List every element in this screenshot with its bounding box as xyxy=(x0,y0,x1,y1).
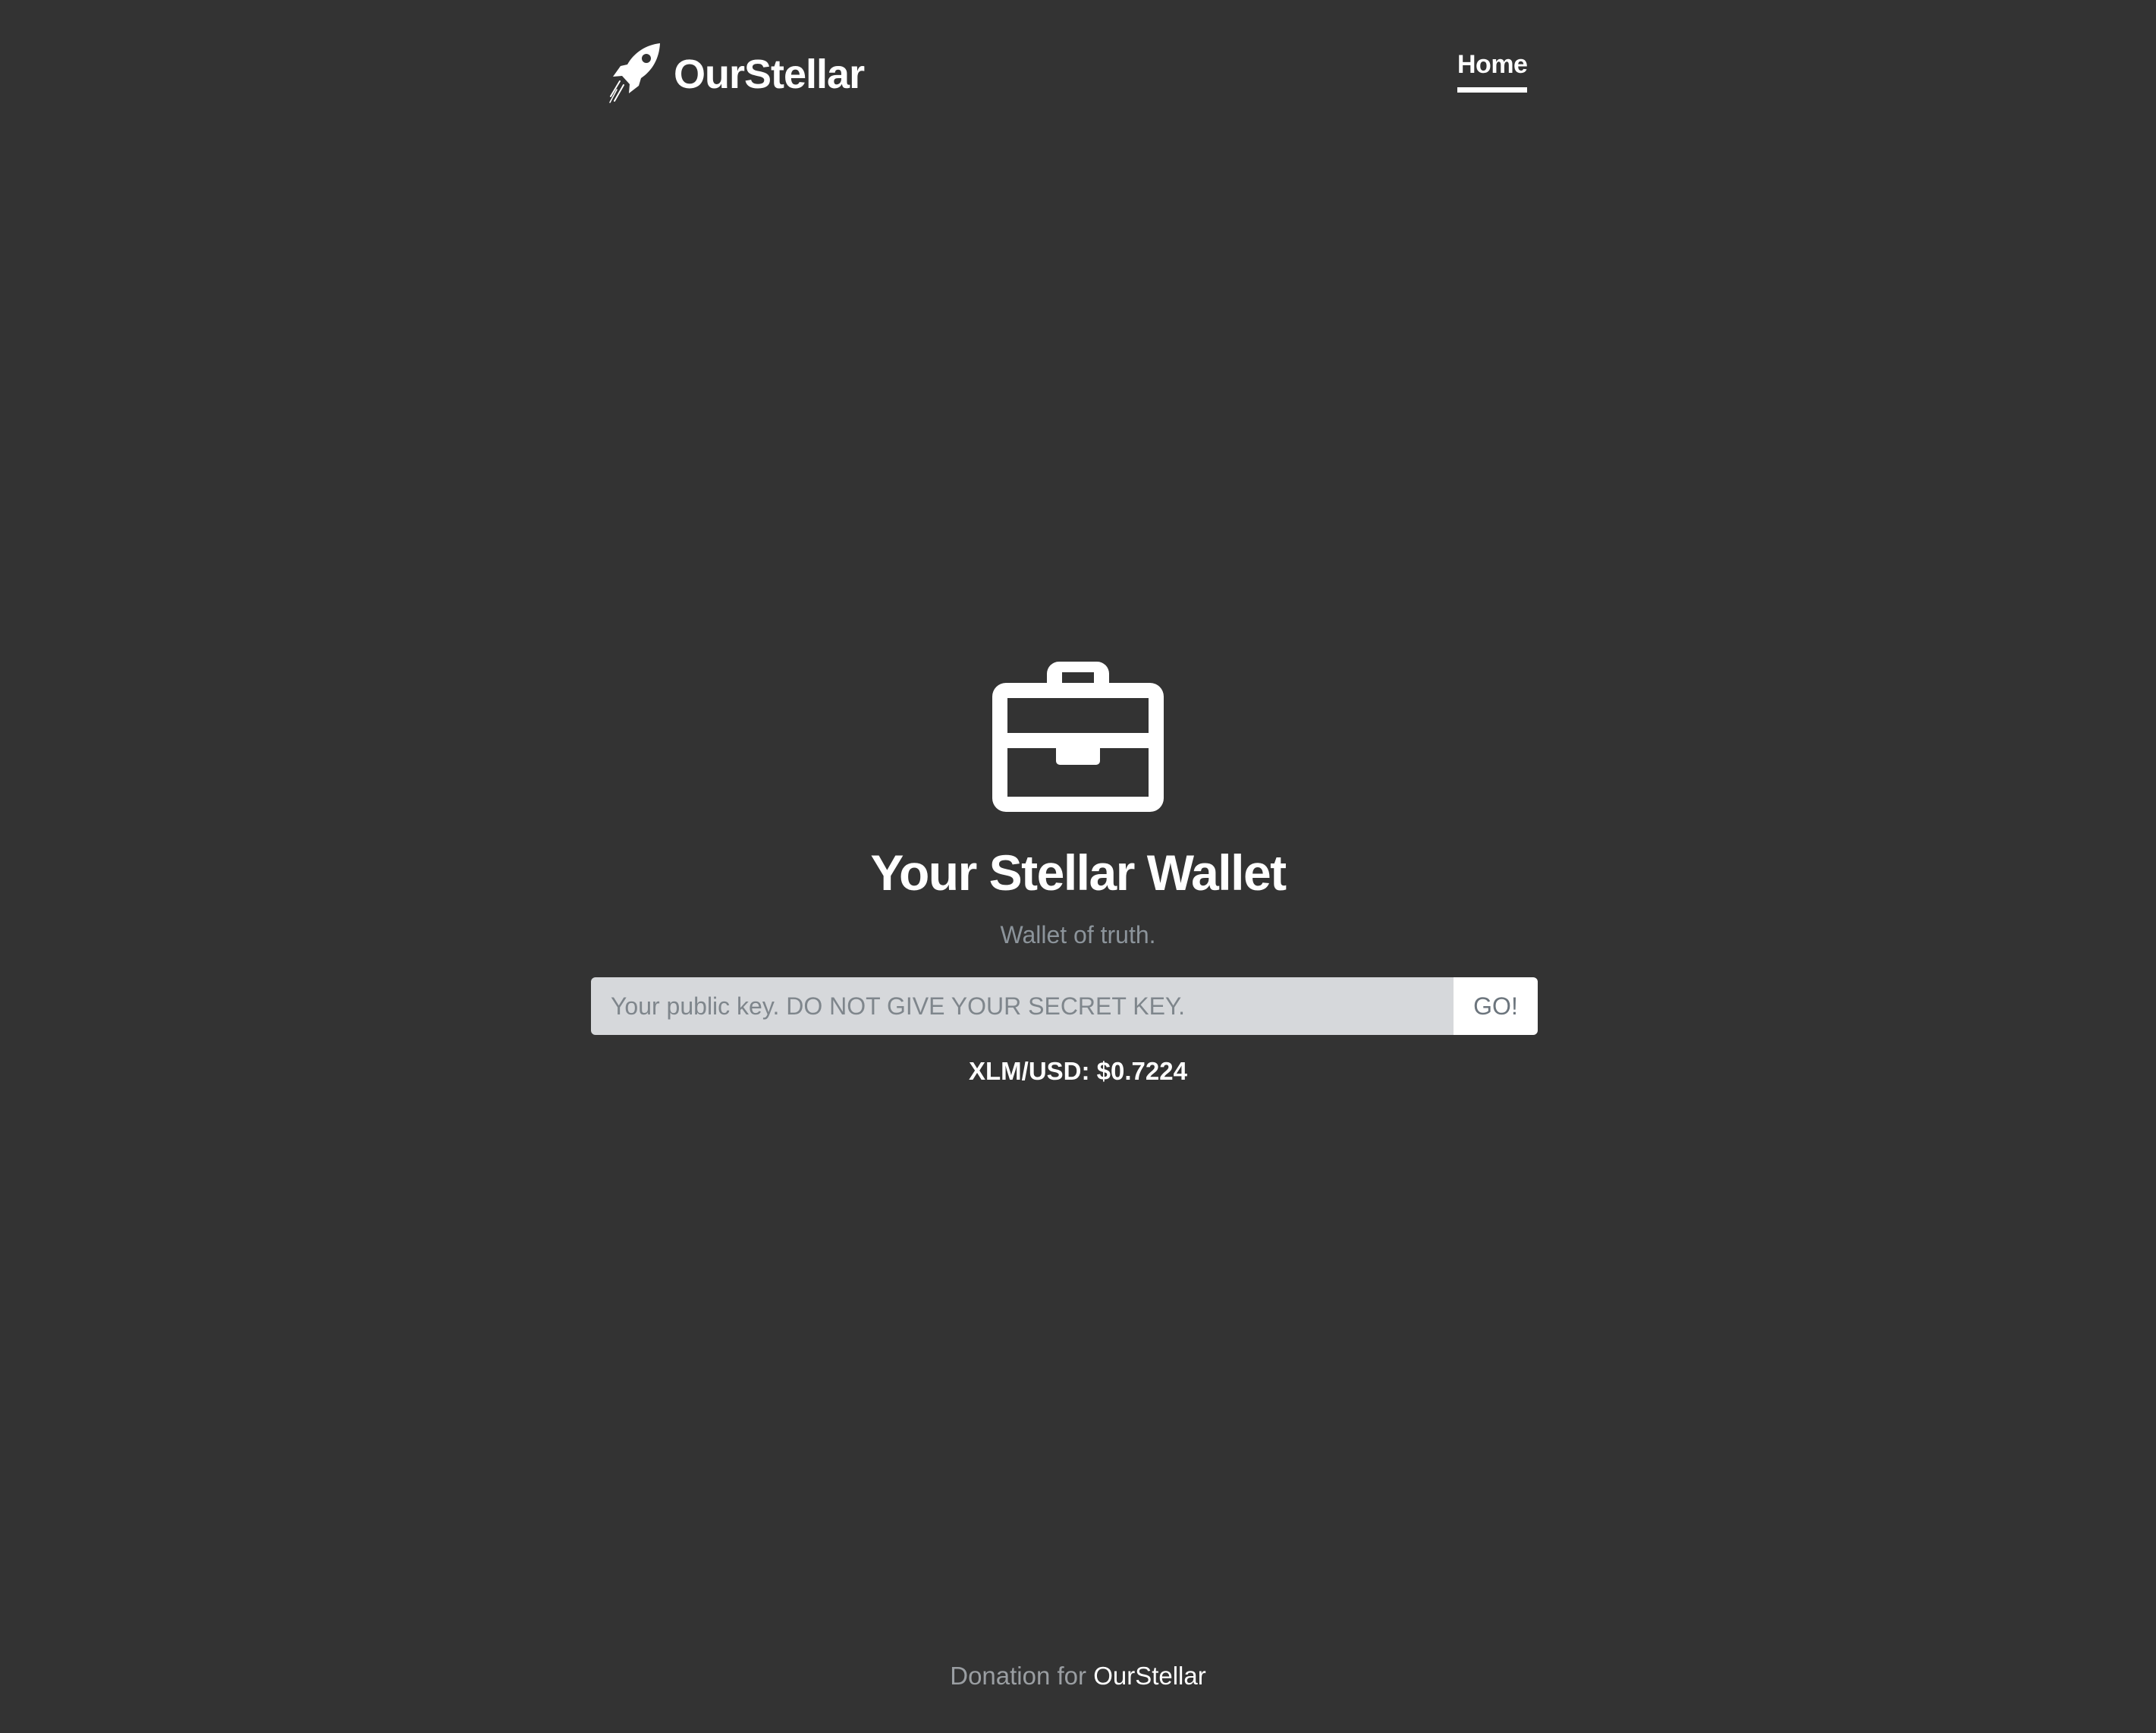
site-footer: Donation for OurStellar xyxy=(0,1662,2156,1691)
rocket-icon xyxy=(607,42,662,107)
site-header: OurStellar Home xyxy=(0,0,2156,121)
public-key-form: GO! xyxy=(591,977,1538,1035)
hero-section: Your Stellar Wallet Wallet of truth. xyxy=(0,662,2156,949)
footer-donation-link[interactable]: OurStellar xyxy=(1093,1662,1206,1690)
page-subtitle: Wallet of truth. xyxy=(1000,920,1156,948)
briefcase-icon xyxy=(0,662,2156,812)
footer-prefix: Donation for xyxy=(950,1662,1094,1690)
public-key-input[interactable] xyxy=(591,977,1454,1035)
brand-link[interactable]: OurStellar xyxy=(607,39,865,109)
xlm-usd-price: XLM/USD: $0.7224 xyxy=(969,1057,1187,1085)
go-button[interactable]: GO! xyxy=(1454,977,1538,1035)
page-title: Your Stellar Wallet xyxy=(870,844,1287,901)
main-nav: Home xyxy=(1457,50,1528,93)
brand-name: OurStellar xyxy=(674,52,865,97)
nav-home-link[interactable]: Home xyxy=(1457,50,1528,93)
